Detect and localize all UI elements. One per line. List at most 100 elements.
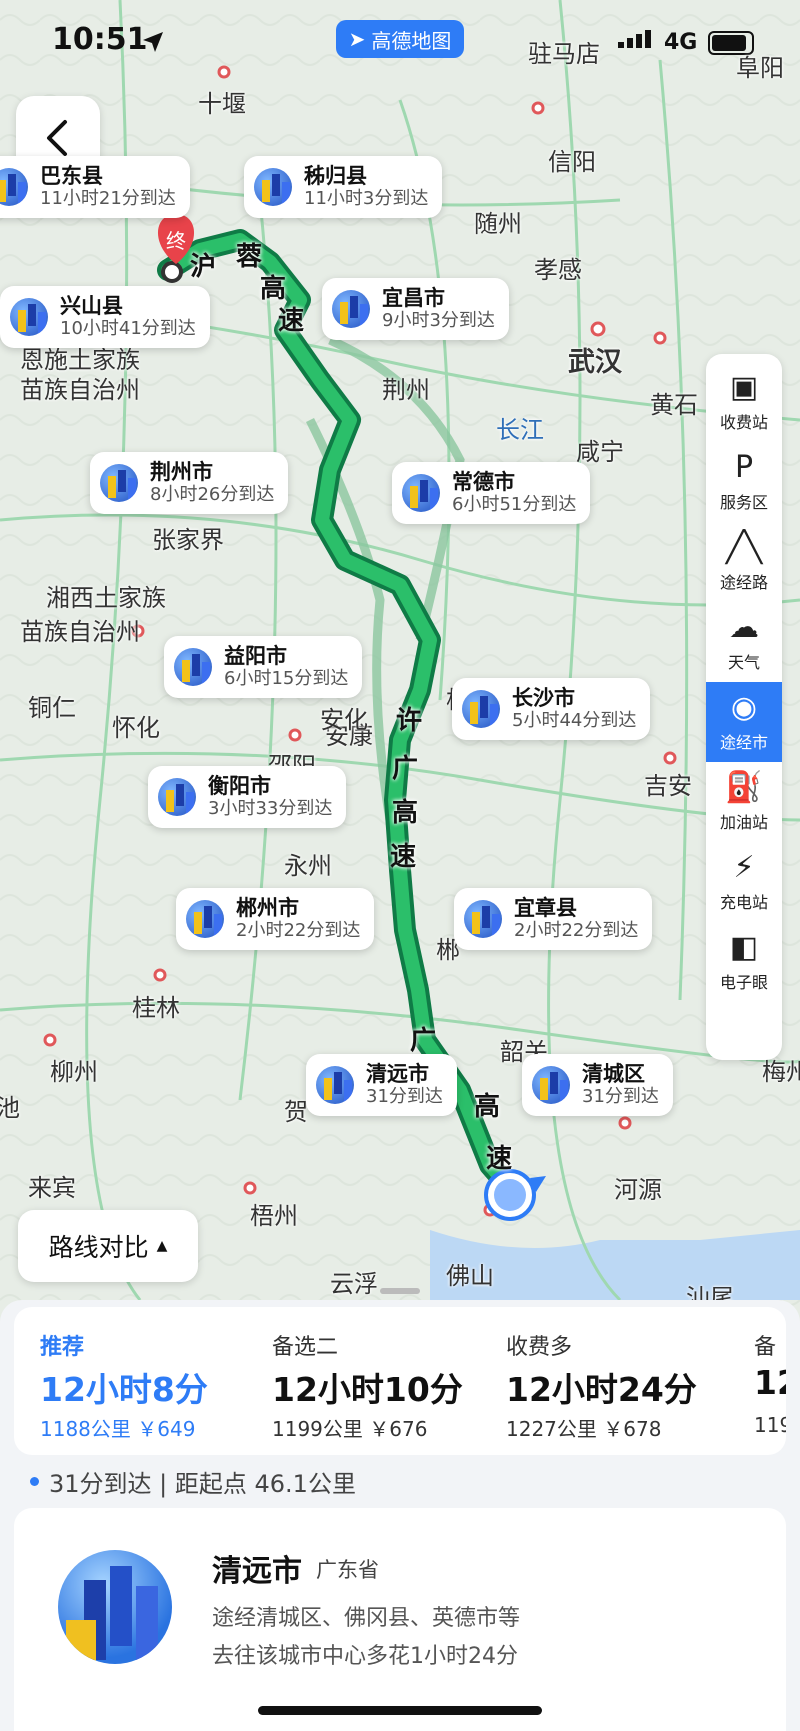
caret-up-icon: ▲ <box>156 1238 168 1254</box>
map-label: 河源 <box>614 1176 662 1204</box>
city-thumbnail <box>174 648 212 686</box>
waypoint-bubble[interactable]: 荆州市 8小时26分到达 <box>90 452 289 514</box>
city-thumbnail <box>100 464 138 502</box>
side-item-label: 服务区 <box>719 493 768 512</box>
side-item-road[interactable]: ╱╲ 途经路 <box>706 522 782 602</box>
gas-station-icon: ⛽ <box>725 770 763 805</box>
map-label: 怀化 <box>112 714 160 742</box>
side-item-charging[interactable]: ⚡ 充电站 <box>706 842 782 922</box>
send-icon: ➤ <box>348 27 366 51</box>
road-name-char: 速 <box>390 842 417 872</box>
city-image <box>58 1550 172 1664</box>
map-label: 阜阳 <box>736 54 784 82</box>
waypoint-bubble[interactable]: 长沙市 5小时44分到达 <box>452 678 651 740</box>
side-item-camera[interactable]: ◧ 电子眼 <box>706 922 782 1002</box>
route-duration: 12小时8分 <box>40 1370 208 1409</box>
waypoint-bubble[interactable]: 宜昌市 9小时3分到达 <box>322 278 509 340</box>
waypoint-eta: 2小时22分到达 <box>236 920 361 941</box>
waypoint-bubble[interactable]: 清远市 31分到达 <box>306 1054 457 1116</box>
road-name-char: 广 <box>392 754 419 784</box>
side-item-label: 充电站 <box>719 893 768 912</box>
city-thumbnail <box>464 900 502 938</box>
service-area-icon: P <box>734 450 754 485</box>
waypoint-eta: 9小时3分到达 <box>382 310 495 331</box>
route-option[interactable]: 推荐 12小时8分 1188公里 ￥649 <box>40 1307 260 1455</box>
map-label: 永州 <box>284 852 332 880</box>
svg-text:终: 终 <box>166 229 186 253</box>
map-label: 铜仁 <box>28 694 76 722</box>
waypoint-eta: 5小时44分到达 <box>512 710 637 731</box>
camera-icon: ◧ <box>729 930 759 965</box>
map-label: 张家界 <box>152 526 224 554</box>
route-options: 推荐 12小时8分 1188公里 ￥649 备选二 12小时10分 1199公里 ￥676… <box>14 1307 786 1455</box>
route-meta: 1199公里 ￥676 <box>272 1417 428 1441</box>
route-label: 备选二 <box>272 1335 339 1360</box>
waypoint-bubble[interactable]: 郴州市 2小时22分到达 <box>176 888 375 950</box>
side-item-toll[interactable]: ▣ 收费站 <box>706 362 782 442</box>
waypoint-name: 宜章县 <box>514 896 577 920</box>
waypoint-name: 兴山县 <box>60 294 123 318</box>
map-label: 咸宁 <box>576 438 624 466</box>
waypoint-eta: 10小时41分到达 <box>60 318 196 339</box>
road-name-char: 沪 <box>190 252 217 282</box>
waypoint-eta: 3小时33分到达 <box>208 798 333 819</box>
waypoint-name: 常德市 <box>452 470 515 494</box>
waypoint-bubble[interactable]: 清城区 31分到达 <box>522 1054 673 1116</box>
map-label: 苗族自治州 <box>20 376 140 404</box>
city-thumbnail <box>158 778 196 816</box>
side-item-city[interactable]: ◉ 途经市 <box>706 682 782 762</box>
map-label: 黄石 <box>650 391 698 419</box>
route-option[interactable]: 备选二 12小时10分 1199公里 ￥676 <box>272 1307 492 1455</box>
map-label: 苗族自治州 <box>20 618 140 646</box>
side-item-label: 途经路 <box>719 573 768 592</box>
city-thumbnail <box>402 474 440 512</box>
route-label: 推荐 <box>40 1335 85 1360</box>
waypoint-bubble[interactable]: 秭归县 11小时3分到达 <box>244 156 443 218</box>
app-pill-label: 高德地图 <box>371 28 452 53</box>
route-option[interactable]: 收费多 12小时24分 1227公里 ￥678 <box>506 1307 726 1455</box>
map-label: 池 <box>0 1094 20 1122</box>
app-pill[interactable]: ➤ 高德地图 <box>336 20 464 58</box>
side-item-weather[interactable]: ☁ 天气 <box>706 602 782 682</box>
city-card[interactable]: 清远市 广东省 途经清城区、佛冈县、英德市等 去往该城市中心多花1小时24分 <box>14 1508 786 1731</box>
home-indicator[interactable] <box>258 1706 542 1715</box>
waypoint-eta: 8小时26分到达 <box>150 484 275 505</box>
map-label: 湘西土家族 <box>46 584 166 612</box>
route-duration: 12小时10分 <box>272 1370 463 1409</box>
route-option[interactable]: 备 12 119 <box>754 1307 786 1455</box>
waypoint-bubble[interactable]: 宜章县 2小时22分到达 <box>454 888 653 950</box>
waypoint-name: 巴东县 <box>40 164 103 188</box>
waypoint-bubble[interactable]: 益阳市 6小时15分到达 <box>164 636 363 698</box>
side-item-label: 天气 <box>727 653 760 672</box>
side-item-service-area[interactable]: P 服务区 <box>706 442 782 522</box>
waypoint-name: 长沙市 <box>512 686 575 710</box>
route-compare-label: 路线对比 <box>48 1233 149 1262</box>
route-compare-button[interactable]: 路线对比 ▲ <box>18 1210 198 1282</box>
city-province: 广东省 <box>316 1558 379 1582</box>
map-label: 梧州 <box>250 1202 298 1230</box>
city-thumbnail <box>316 1066 354 1104</box>
waypoint-bubble[interactable]: 衡阳市 3小时33分到达 <box>148 766 347 828</box>
side-item-gas-station[interactable]: ⛽ 加油站 <box>706 762 782 842</box>
road-name-char: 蓉 <box>236 242 263 272</box>
city-thumbnail <box>0 168 28 206</box>
side-item-label: 收费站 <box>719 413 768 432</box>
map-label: 十堰 <box>198 90 246 118</box>
road-name-char: 高 <box>474 1092 501 1122</box>
waypoint-eta: 2小时22分到达 <box>514 920 639 941</box>
sheet-handle[interactable] <box>380 1288 420 1294</box>
map-label: 长江 <box>496 416 544 444</box>
side-item-label: 加油站 <box>719 813 768 832</box>
waypoint-bubble[interactable]: 兴山县 10小时41分到达 <box>0 286 210 348</box>
waypoint-bubble[interactable]: 巴东县 11小时21分到达 <box>0 156 190 218</box>
city-thumbnail <box>332 290 370 328</box>
waypoint-name: 荆州市 <box>150 460 213 484</box>
road-name-char: 速 <box>278 306 305 336</box>
road-name-char: 速 <box>486 1144 513 1174</box>
route-label: 收费多 <box>506 1335 573 1360</box>
eta-line: 31分到达 | 距起点 46.1公里 <box>30 1464 356 1499</box>
waypoint-name: 秭归县 <box>304 164 367 188</box>
network-type: 4G <box>664 30 698 55</box>
waypoint-bubble[interactable]: 常德市 6小时51分到达 <box>392 462 591 524</box>
city-via: 途经清城区、佛冈县、英德市等 <box>212 1606 521 1631</box>
